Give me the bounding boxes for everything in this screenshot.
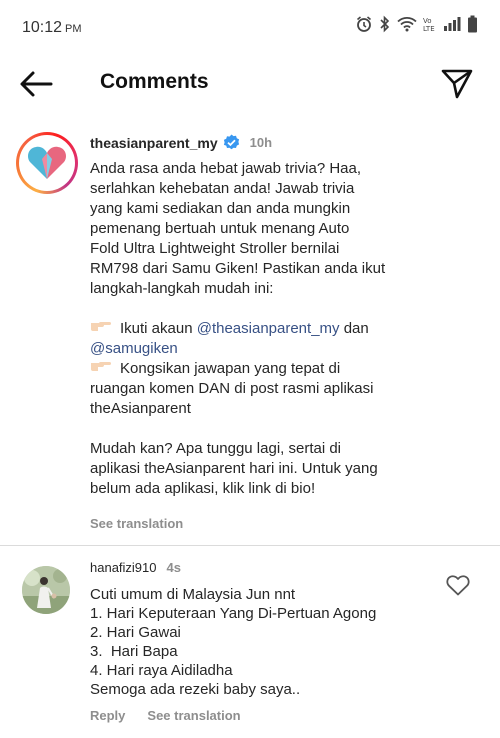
caption-line: Mudah kan? Apa tunggu lagi, sertai di: [90, 440, 342, 457]
comment-actions: Reply See translation: [90, 708, 430, 723]
comment-line: 1. Hari Keputeraan Yang Di-Pertuan Agong: [90, 605, 377, 622]
mention-link[interactable]: @samugiken: [90, 340, 178, 357]
page-title: Comments: [100, 70, 209, 93]
status-bar: 10:12 PM Vo LTE: [0, 0, 500, 56]
arrow-left-icon: [20, 71, 53, 97]
caption-step-1: Ikuti akaun @theasianparent_my dan: [90, 319, 488, 339]
comment-line: Cuti umum di Malaysia Jun nnt: [90, 586, 296, 603]
back-button[interactable]: [18, 68, 58, 100]
battery-icon: [467, 15, 478, 33]
wifi-icon: [397, 16, 417, 32]
svg-text:LTE: LTE: [423, 25, 435, 33]
comment-time: 4s: [166, 560, 181, 575]
svg-text:Vo: Vo: [423, 17, 432, 25]
see-translation-button[interactable]: See translation: [90, 516, 488, 531]
divider: [0, 545, 500, 546]
caption-line: RM798 dari Samu Giken! Pastikan anda iku…: [90, 260, 386, 277]
comment-see-translation-button[interactable]: See translation: [147, 708, 240, 723]
caption-line: Fold Ultra Lightweight Stroller bernilai: [90, 240, 340, 257]
comment-body: hanafizi910 4s Cuti umum di Malaysia Jun…: [90, 560, 430, 723]
signal-icon: [443, 16, 461, 32]
caption-text: Anda rasa anda hebat jawab trivia? Haa, …: [90, 159, 488, 499]
avatar-inner: [19, 135, 75, 191]
user-photo-icon: [22, 566, 70, 614]
mention-link[interactable]: @theasianparent_my: [197, 320, 340, 337]
pointing-hand-emoji: [90, 359, 112, 379]
caption-line: Anda rasa anda hebat jawab trivia? Haa,: [90, 160, 362, 177]
alarm-icon: [355, 15, 373, 33]
bluetooth-icon: [379, 15, 391, 33]
step1-mid: dan: [339, 320, 369, 337]
status-icons: Vo LTE: [355, 15, 478, 33]
avatar[interactable]: [22, 566, 70, 614]
step1-prefix: Ikuti akaun: [120, 320, 197, 337]
caption-line: theAsianparent: [90, 400, 191, 417]
step2-line1: Kongsikan jawapan yang tepat di: [120, 360, 341, 377]
comment-line: Semoga ada rezeki baby saya..: [90, 681, 301, 698]
share-button[interactable]: [440, 66, 476, 102]
caption-step-2: Kongsikan jawapan yang tepat di: [90, 359, 488, 379]
volte-icon: Vo LTE: [423, 15, 437, 33]
comment-username[interactable]: hanafizi910: [90, 560, 157, 575]
caption-line: pemenang bertuah untuk menang Auto: [90, 220, 350, 237]
caption-line: ruangan komen DAN di post rasmi aplikasi: [90, 380, 374, 397]
post-avatar[interactable]: [16, 132, 78, 194]
comment-text: Cuti umum di Malaysia Jun nnt 1. Hari Ke…: [90, 585, 430, 699]
comment-line: 2. Hari Gawai: [90, 624, 181, 641]
post-time: 10h: [249, 135, 273, 150]
pointing-hand-emoji: [90, 319, 112, 339]
comments-header: Comments: [0, 56, 500, 112]
verified-badge-icon: [223, 134, 240, 151]
heart-logo-icon: [28, 146, 66, 179]
status-ampm: PM: [65, 23, 82, 35]
caption-line: aplikasi theAsianparent hari ini. Untuk …: [90, 460, 378, 477]
post-meta: theasianparent_my 10h: [90, 134, 488, 151]
post-username[interactable]: theasianparent_my: [90, 135, 218, 151]
comment-line: 4. Hari raya Aidiladha: [90, 662, 233, 679]
caption-step-1-cont: @samugiken: [90, 339, 488, 359]
status-time: 10:12 PM: [22, 19, 82, 37]
caption-line: belum ada aplikasi, klik link di bio!: [90, 480, 316, 497]
status-clock: 10:12: [22, 19, 63, 36]
comment-meta: hanafizi910 4s: [90, 560, 430, 575]
caption-line: langkah-langkah mudah ini:: [90, 280, 274, 297]
paper-plane-icon: [441, 69, 473, 99]
caption-line: serlahkan kehebatan anda! Jawab trivia: [90, 180, 355, 197]
comment-line: 3. Hari Bapa: [90, 643, 178, 660]
post-body: theasianparent_my 10h Anda rasa anda heb…: [90, 134, 488, 531]
caption-line: yang kami sediakan dan anda mungkin: [90, 200, 351, 217]
heart-outline-icon: [446, 575, 470, 596]
reply-button[interactable]: Reply: [90, 708, 125, 723]
like-button[interactable]: [446, 574, 470, 598]
